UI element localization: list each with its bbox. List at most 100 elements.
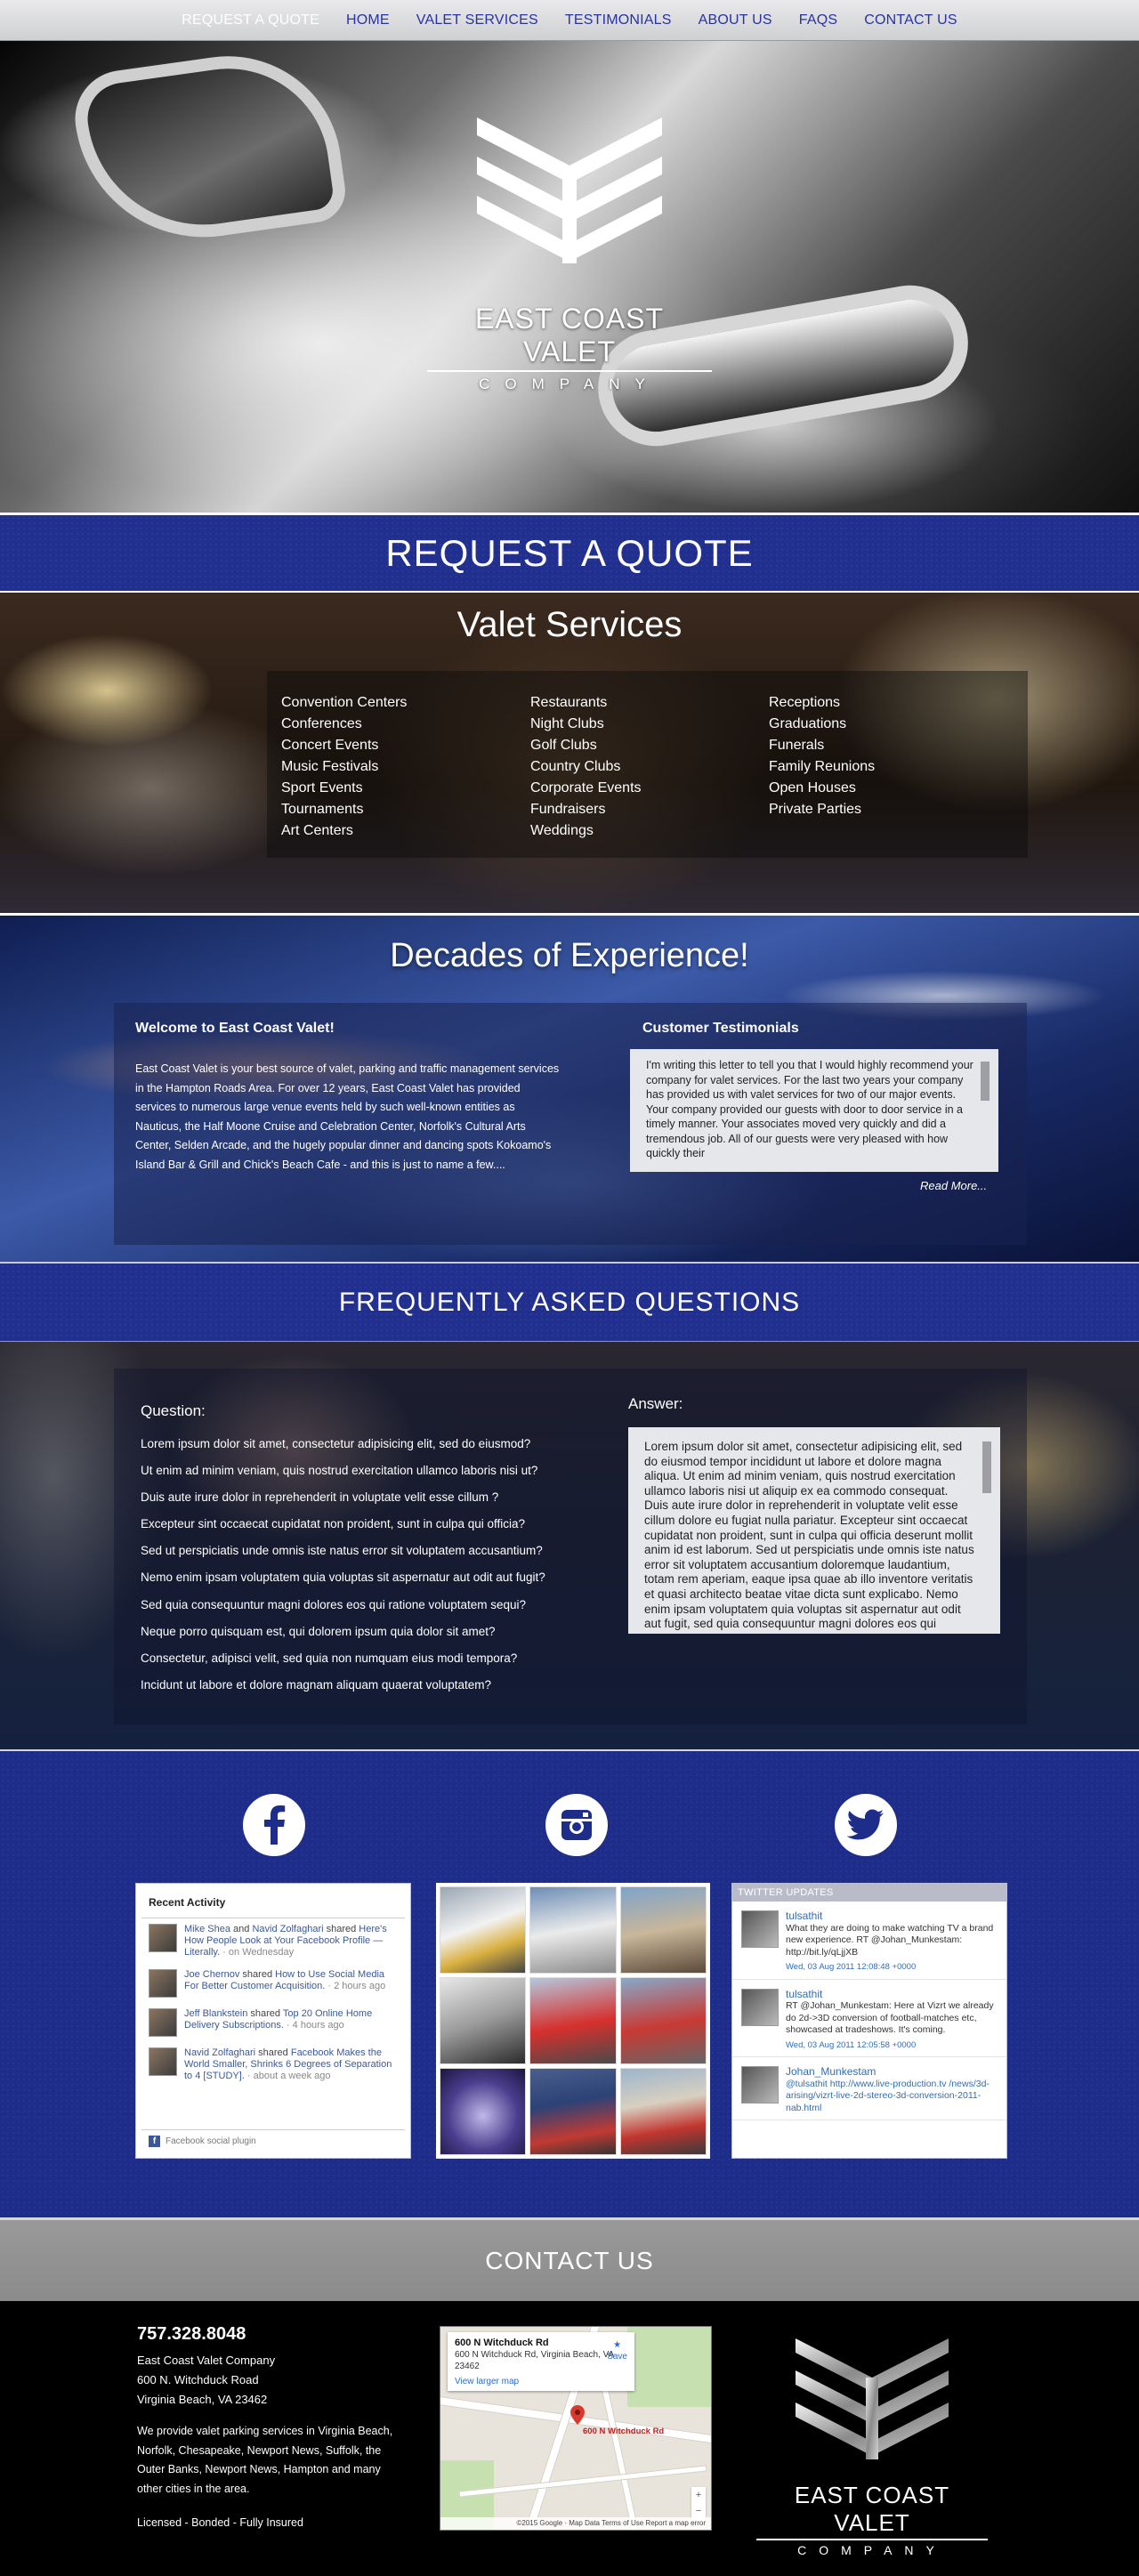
faq-question[interactable]: Nemo enim ipsam voluptatem quia voluptas…: [141, 1564, 545, 1591]
tweet-user[interactable]: Johan_Munkestam: [786, 2065, 998, 2079]
nav-request-quote[interactable]: REQUEST A QUOTE: [182, 12, 319, 28]
faq-question[interactable]: Duis aute irure dolor in reprehenderit i…: [141, 1484, 545, 1511]
faq-section: Question: Lorem ipsum dolor sit amet, co…: [0, 1342, 1139, 1749]
tweet[interactable]: tulsathit RT @Johan_Munkestam: Here at V…: [732, 1980, 1006, 2057]
google-map[interactable]: 600 N Witchduck Rd 600 N Witchduck Rd, V…: [440, 2326, 712, 2531]
activity-item[interactable]: Mike Shea and Navid Zolfaghari shared He…: [141, 1918, 405, 1964]
phone-number[interactable]: 757.328.8048: [137, 2324, 246, 2345]
testimonial-scroll-box[interactable]: I'm writing this letter to tell you that…: [630, 1049, 998, 1172]
service-item: Fundraisers: [530, 802, 606, 817]
service-item: Funerals: [769, 738, 825, 753]
tweet-user[interactable]: tulsathit: [786, 1910, 998, 1923]
address-block: East Coast Valet Company 600 N. Witchduc…: [137, 2351, 275, 2410]
activity-item[interactable]: Jeff Blankstein shared Top 20 Online Hom…: [141, 2003, 405, 2042]
facebook-icon[interactable]: [243, 1794, 305, 1856]
activity-actor[interactable]: Joe Chernov: [184, 1969, 239, 1980]
valet-services-title: Valet Services: [456, 605, 683, 644]
hero-company-word: COMPANY: [479, 375, 660, 392]
map-place-name: 600 N Witchduck Rd: [455, 2338, 549, 2348]
nav-faqs[interactable]: FAQS: [799, 12, 837, 28]
faq-question[interactable]: Lorem ipsum dolor sit amet, consectetur …: [141, 1431, 545, 1458]
footer-company-word: COMPANY: [797, 2543, 947, 2557]
faq-question[interactable]: Sed quia consequuntur magni dolores eos …: [141, 1592, 545, 1619]
contact-section: 757.328.8048 East Coast Valet Company 60…: [0, 2301, 1139, 2576]
view-larger-map-link[interactable]: View larger map: [455, 2376, 627, 2387]
map-pin-label: 600 N Witchduck Rd: [583, 2427, 665, 2436]
twitter-icon[interactable]: [835, 1794, 897, 1856]
service-item: Conferences: [281, 716, 362, 731]
contact-title: CONTACT US: [485, 2246, 654, 2274]
map-pin-icon[interactable]: [570, 2405, 585, 2425]
instagram-photo[interactable]: [440, 1886, 527, 1974]
read-more-link[interactable]: Read More...: [920, 1179, 987, 1192]
answer-scrollbar[interactable]: [982, 1441, 991, 1493]
avatar: [741, 1910, 779, 1948]
instagram-photo[interactable]: [619, 2068, 707, 2155]
faq-question[interactable]: Ut enim ad minim veniam, quis nostrud ex…: [141, 1458, 545, 1484]
services-column-2: Restaurants Night Clubs Golf Clubs Count…: [530, 692, 642, 842]
instagram-photo[interactable]: [529, 1886, 617, 1974]
map-footer: ©2015 Google · Map Data Terms of Use Rep…: [440, 2517, 711, 2530]
twitter-widget-header: TWITTER UPDATES: [732, 1884, 1006, 1902]
answer-scroll-box[interactable]: Lorem ipsum dolor sit amet, consectetur …: [628, 1427, 1000, 1634]
map-park-area: [627, 2327, 711, 2407]
tweet[interactable]: Johan_Munkestam @tulsathit http://www.li…: [732, 2057, 1006, 2120]
service-area-description: We provide valet parking services in Vir…: [137, 2425, 393, 2495]
footer-logo: EAST COAST VALET COMPANY: [756, 2335, 988, 2557]
activity-actor[interactable]: Navid Zolfaghari: [184, 2047, 255, 2058]
activity-time: · 2 hours ago: [325, 1981, 386, 1991]
service-item: Concert Events: [281, 738, 379, 753]
tweet[interactable]: tulsathit What they are doing to make wa…: [732, 1902, 1006, 1980]
avatar: [741, 1988, 779, 2026]
faq-question[interactable]: Sed ut perspiciatis unde omnis iste natu…: [141, 1538, 545, 1564]
map-save-button[interactable]: ★ Save: [607, 2339, 627, 2362]
instagram-photo[interactable]: [440, 2068, 527, 2155]
activity-time: · on Wednesday: [220, 1947, 295, 1958]
testimonial-scrollbar[interactable]: [981, 1062, 990, 1101]
service-item: Weddings: [530, 823, 594, 838]
instagram-photo[interactable]: [529, 2068, 617, 2155]
faq-question[interactable]: Excepteur sint occaecat cupidatat non pr…: [141, 1511, 545, 1538]
instagram-photo[interactable]: [440, 1977, 527, 2064]
faq-question[interactable]: Incidunt ut labore et dolore magnam aliq…: [141, 1672, 545, 1699]
request-quote-band[interactable]: REQUEST A QUOTE: [0, 513, 1139, 593]
request-quote-title[interactable]: REQUEST A QUOTE: [385, 532, 753, 575]
service-item: Art Centers: [281, 823, 353, 838]
avatar: [149, 1924, 177, 1952]
instagram-photo[interactable]: [619, 1886, 707, 1974]
tweet-time[interactable]: Wed, 03 Aug 2011 12:08:48 +0000: [786, 1961, 998, 1974]
tweet-time[interactable]: Wed, 03 Aug 2011 12:05:58 +0000: [786, 2039, 998, 2052]
faq-question[interactable]: Neque porro quisquam est, qui dolorem ip…: [141, 1619, 545, 1645]
nav-testimonials[interactable]: TESTIMONIALS: [565, 12, 672, 28]
testimonials-heading: Customer Testimonials: [642, 1021, 799, 1036]
twitter-updates-widget: TWITTER UPDATES tulsathit What they are …: [731, 1883, 1007, 2159]
activity-verb: shared: [255, 2047, 291, 2058]
activity-time: · about a week ago: [244, 2071, 331, 2081]
nav-valet-services[interactable]: VALET SERVICES: [416, 12, 538, 28]
service-item: Sport Events: [281, 780, 363, 795]
nav-about-us[interactable]: ABOUT US: [699, 12, 772, 28]
faq-question[interactable]: Consectetur, adipisci velit, sed quia no…: [141, 1645, 545, 1672]
tweet-user[interactable]: tulsathit: [786, 1988, 998, 2001]
nav-contact-us[interactable]: CONTACT US: [864, 12, 957, 28]
hero-logo[interactable]: EAST COAST VALET COMPANY: [427, 112, 712, 415]
instagram-photo[interactable]: [529, 1977, 617, 2064]
activity-actor[interactable]: Navid Zolfaghari: [252, 1924, 323, 1934]
instagram-icon[interactable]: [545, 1794, 608, 1856]
map-info-card: 600 N Witchduck Rd 600 N Witchduck Rd, V…: [448, 2332, 634, 2391]
service-item: Open Houses: [769, 780, 856, 795]
zoom-in-icon[interactable]: +: [691, 2487, 706, 2503]
activity-item[interactable]: Navid Zolfaghari shared Facebook Makes t…: [141, 2042, 405, 2087]
service-item: Family Reunions: [769, 759, 876, 774]
nav-home[interactable]: HOME: [346, 12, 390, 28]
tweet-text[interactable]: @tulsathit http://www.live-production.tv…: [786, 2079, 998, 2115]
activity-actor[interactable]: Mike Shea: [184, 1924, 230, 1934]
activity-item[interactable]: Joe Chernov shared How to Use Social Med…: [141, 1964, 405, 2003]
service-item: Corporate Events: [530, 780, 642, 795]
experience-title: Decades of Experience!: [390, 937, 749, 974]
instagram-photo[interactable]: [619, 1977, 707, 2064]
top-nav: REQUEST A QUOTE HOME VALET SERVICES TEST…: [0, 0, 1139, 41]
activity-actor[interactable]: Jeff Blankstein: [184, 2008, 247, 2019]
facebook-plugin-label: Facebook social plugin: [166, 2136, 256, 2146]
service-item: Convention Centers: [281, 695, 408, 710]
